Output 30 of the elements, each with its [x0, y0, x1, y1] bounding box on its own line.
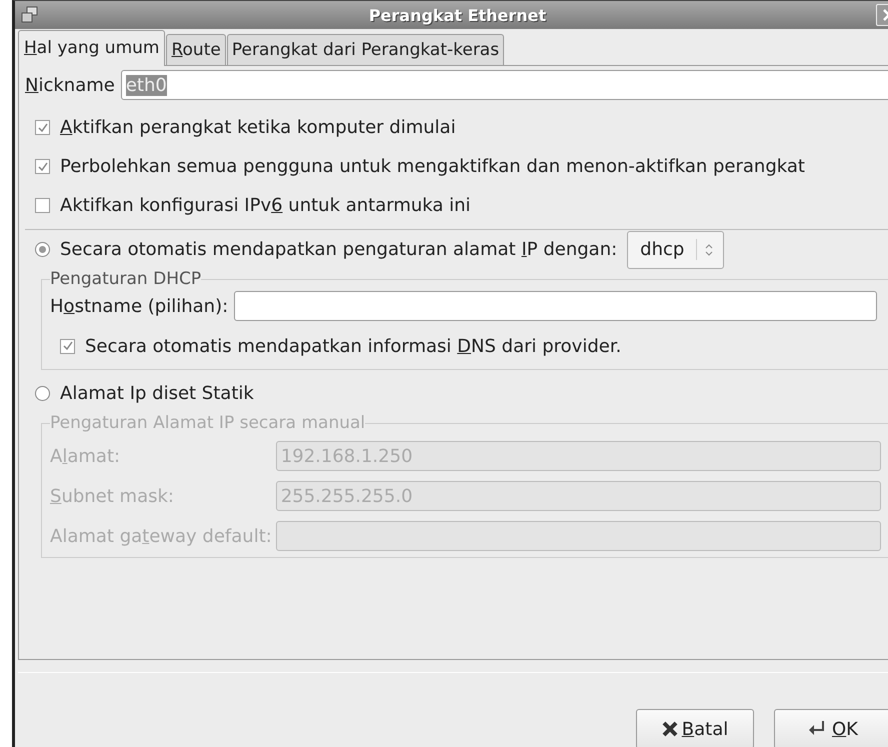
group-title: Pengaturan DHCP [50, 269, 202, 289]
checkbox[interactable] [35, 159, 50, 174]
hostname-field[interactable] [234, 291, 877, 321]
cancel-button[interactable]: Batal [636, 709, 754, 747]
tab[interactable]: Hal yang umum [18, 30, 166, 66]
checkbox[interactable] [35, 120, 50, 135]
protocol-dropdown[interactable]: dhcp [627, 230, 724, 268]
tab[interactable]: Route [166, 34, 226, 65]
ok-button[interactable]: OK [774, 709, 888, 747]
field-label: Hostname (pilihan): [50, 296, 228, 316]
checkbox-label: Perbolehkan semua pengguna untuk mengaktifkan dan menon-aktifkan perangkat [60, 156, 805, 177]
checkbox-label: Aktifkan konfigurasi IPv6 untuk antarmuka ini [60, 195, 471, 216]
radio-label: Secara otomatis mendapatkan pengaturan alamat IP dengan: [60, 239, 618, 260]
radio-button[interactable] [35, 242, 50, 257]
checkbox-label: Secara otomatis mendapatkan informasi DNS dari provider. [85, 336, 622, 356]
tab[interactable]: Perangkat dari Perangkat-keras [226, 34, 504, 65]
field-label: Subnet mask: [50, 486, 175, 506]
checkbox-label: Aktifkan perangkat ketika komputer dimulai [60, 117, 456, 138]
checkbox[interactable] [35, 198, 50, 213]
window-icon [21, 6, 39, 24]
cross-icon [662, 721, 678, 737]
field-label: Alamat: [50, 446, 122, 466]
window-title: Perangkat Ethernet [368, 6, 548, 24]
radio-label: Alamat Ip diset Statik [60, 383, 254, 404]
updown-arrows-icon [705, 244, 714, 256]
radio-button[interactable] [35, 386, 50, 401]
group-title: Pengaturan Alamat IP secara manual [50, 413, 366, 433]
field-label: Alamat gateway default: [50, 526, 272, 546]
field-label: Nickname [25, 74, 115, 96]
checkbox[interactable] [60, 338, 75, 354]
